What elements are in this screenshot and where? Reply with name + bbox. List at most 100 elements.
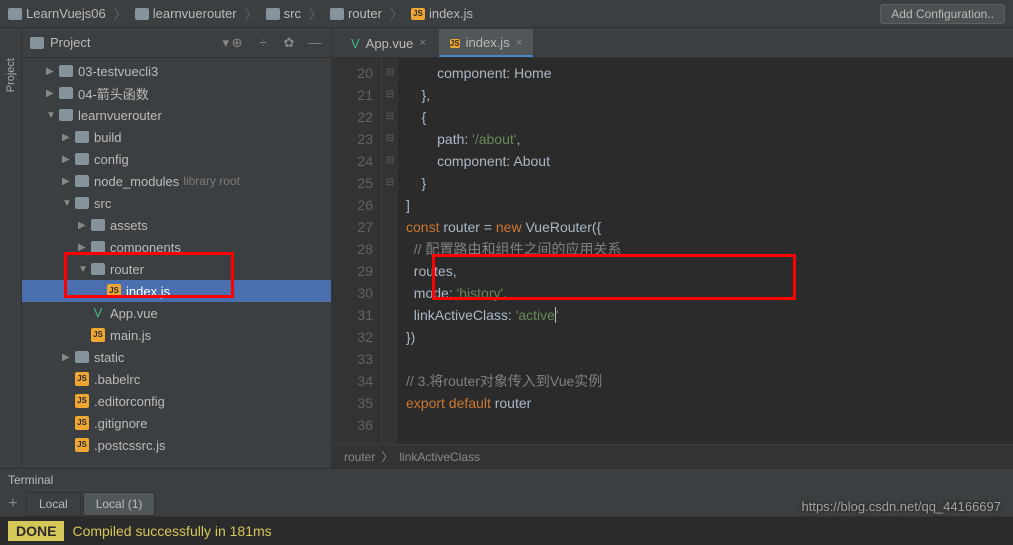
add-configuration-button[interactable]: Add Configuration.. xyxy=(880,4,1005,24)
tree-arrow-icon[interactable]: ▶ xyxy=(46,66,58,77)
tree-item--postcssrc-js[interactable]: JS.postcssrc.js xyxy=(22,434,331,456)
tree-item-config[interactable]: ▶config xyxy=(22,148,331,170)
tree-item-main-js[interactable]: JSmain.js xyxy=(22,324,331,346)
code-line[interactable]: export default router xyxy=(406,392,1013,414)
project-tree[interactable]: ▶03-testvuecli3▶04-箭头函数▼learnvuerouter▶b… xyxy=(22,58,331,468)
code-line[interactable]: // 配置路由和组件之间的应用关系 xyxy=(406,238,1013,260)
tree-item-03-testvuecli3[interactable]: ▶03-testvuecli3 xyxy=(22,60,331,82)
fold-toggle[interactable]: ⊟ xyxy=(382,172,398,194)
tree-item-build[interactable]: ▶build xyxy=(22,126,331,148)
tree-item--editorconfig[interactable]: JS.editorconfig xyxy=(22,390,331,412)
line-number[interactable]: 26 xyxy=(332,194,373,216)
terminal-tab[interactable]: Local (1) xyxy=(83,492,156,516)
code-line[interactable]: component: About xyxy=(406,150,1013,172)
terminal-header[interactable]: Terminal xyxy=(0,469,1013,491)
fold-toggle[interactable]: ⊟ xyxy=(382,62,398,84)
line-number[interactable]: 29 xyxy=(332,260,373,282)
close-icon[interactable]: × xyxy=(516,37,522,49)
fold-toggle[interactable]: ⊟ xyxy=(382,84,398,106)
code-line[interactable]: linkActiveClass: 'active' xyxy=(406,304,1013,326)
tree-arrow-icon[interactable]: ▶ xyxy=(62,154,74,165)
line-number[interactable]: 36 xyxy=(332,414,373,436)
editor-tab[interactable]: VApp.vue× xyxy=(340,29,437,57)
tree-arrow-icon[interactable]: ▼ xyxy=(46,110,58,121)
close-icon[interactable]: × xyxy=(419,37,425,49)
code-editor[interactable]: component: Home }, { path: '/about', com… xyxy=(398,58,1013,444)
line-number[interactable]: 32 xyxy=(332,326,373,348)
tree-item-app-vue[interactable]: VApp.vue xyxy=(22,302,331,324)
target-icon[interactable]: ⊕ xyxy=(229,35,245,51)
breadcrumb-item[interactable]: src xyxy=(266,6,301,21)
line-number[interactable]: 34 xyxy=(332,370,373,392)
code-line[interactable]: }) xyxy=(406,326,1013,348)
line-number[interactable]: 33 xyxy=(332,348,373,370)
line-number[interactable]: 23 xyxy=(332,128,373,150)
tree-arrow-icon[interactable]: ▼ xyxy=(62,198,74,209)
tree-item-router[interactable]: ▼router xyxy=(22,258,331,280)
tree-item-learnvuerouter[interactable]: ▼learnvuerouter xyxy=(22,104,331,126)
tree-arrow-icon[interactable]: ▶ xyxy=(62,132,74,143)
tree-item-label: src xyxy=(94,196,111,211)
folder-icon xyxy=(58,64,74,78)
editor-tab[interactable]: JSindex.js× xyxy=(439,29,533,57)
line-number[interactable]: 22 xyxy=(332,106,373,128)
breadcrumb-node[interactable]: linkActiveClass xyxy=(399,450,480,464)
code-line[interactable]: path: '/about', xyxy=(406,128,1013,150)
fold-toggle[interactable]: ⊟ xyxy=(382,106,398,128)
breadcrumb-item[interactable]: router xyxy=(330,6,382,21)
line-number[interactable]: 21 xyxy=(332,84,373,106)
tree-item-components[interactable]: ▶ components xyxy=(22,236,331,258)
code-line[interactable]: ] xyxy=(406,194,1013,216)
terminal-output[interactable]: DONE Compiled successfully in 181ms xyxy=(0,517,1013,545)
line-number[interactable]: 24 xyxy=(332,150,373,172)
code-line[interactable]: component: Home xyxy=(406,62,1013,84)
line-number[interactable]: 30 xyxy=(332,282,373,304)
code-line[interactable] xyxy=(406,348,1013,370)
line-number[interactable]: 20 xyxy=(332,62,373,84)
terminal-tab[interactable]: Local xyxy=(26,492,81,516)
tree-item-static[interactable]: ▶static xyxy=(22,346,331,368)
code-line[interactable]: // 3.将router对象传入到Vue实例 xyxy=(406,370,1013,392)
code-line[interactable]: } xyxy=(406,172,1013,194)
tree-arrow-icon[interactable]: ▶ xyxy=(62,176,74,187)
breadcrumb-item[interactable]: learnvuerouter xyxy=(135,6,237,21)
tree-arrow-icon[interactable]: ▼ xyxy=(78,264,90,275)
code-line[interactable] xyxy=(406,414,1013,436)
gear-icon[interactable]: ✿ xyxy=(281,35,297,51)
tree-arrow-icon[interactable]: ▶ xyxy=(78,242,90,253)
tree-item-src[interactable]: ▼ src xyxy=(22,192,331,214)
tree-item-index-js[interactable]: JSindex.js xyxy=(22,280,331,302)
new-terminal-button[interactable]: + xyxy=(0,495,26,513)
fold-toggle[interactable]: ⊟ xyxy=(382,128,398,150)
tree-item--babelrc[interactable]: JS.babelrc xyxy=(22,368,331,390)
tree-item-node-modules[interactable]: ▶node_moduleslibrary root xyxy=(22,170,331,192)
breadcrumb-item[interactable]: LearnVuejs06 xyxy=(8,6,106,21)
line-gutter[interactable]: 2021222324252627282930313233343536 xyxy=(332,58,382,444)
code-line[interactable]: { xyxy=(406,106,1013,128)
line-number[interactable]: 28 xyxy=(332,238,373,260)
tree-item-04-----[interactable]: ▶04-箭头函数 xyxy=(22,82,331,104)
code-line[interactable]: routes, xyxy=(406,260,1013,282)
collapse-icon[interactable]: ÷ xyxy=(255,35,271,51)
tree-arrow-icon[interactable]: ▶ xyxy=(46,88,58,99)
tree-item-label: components xyxy=(110,240,181,255)
code-line[interactable]: const router = new VueRouter({ xyxy=(406,216,1013,238)
hide-icon[interactable]: — xyxy=(307,35,323,51)
line-number[interactable]: 35 xyxy=(332,392,373,414)
code-line[interactable]: }, xyxy=(406,84,1013,106)
breadcrumb-item[interactable]: JSindex.js xyxy=(411,6,473,21)
fold-toggle[interactable]: ⊟ xyxy=(382,150,398,172)
line-number[interactable]: 27 xyxy=(332,216,373,238)
line-number[interactable]: 31 xyxy=(332,304,373,326)
code-line[interactable]: mode: 'history', xyxy=(406,282,1013,304)
tree-item-assets[interactable]: ▶assets xyxy=(22,214,331,236)
editor-body: 2021222324252627282930313233343536 ⊟⊟⊟⊟⊟… xyxy=(332,58,1013,444)
tree-arrow-icon[interactable]: ▶ xyxy=(62,352,74,363)
line-number[interactable]: 25 xyxy=(332,172,373,194)
tree-item-label: .editorconfig xyxy=(94,394,165,409)
fold-column[interactable]: ⊟⊟⊟⊟⊟⊟ xyxy=(382,58,398,444)
breadcrumb-node[interactable]: router xyxy=(344,450,375,464)
tree-arrow-icon[interactable]: ▶ xyxy=(78,220,90,231)
tree-item--gitignore[interactable]: JS.gitignore xyxy=(22,412,331,434)
project-tool-rail[interactable]: Project xyxy=(0,28,22,468)
